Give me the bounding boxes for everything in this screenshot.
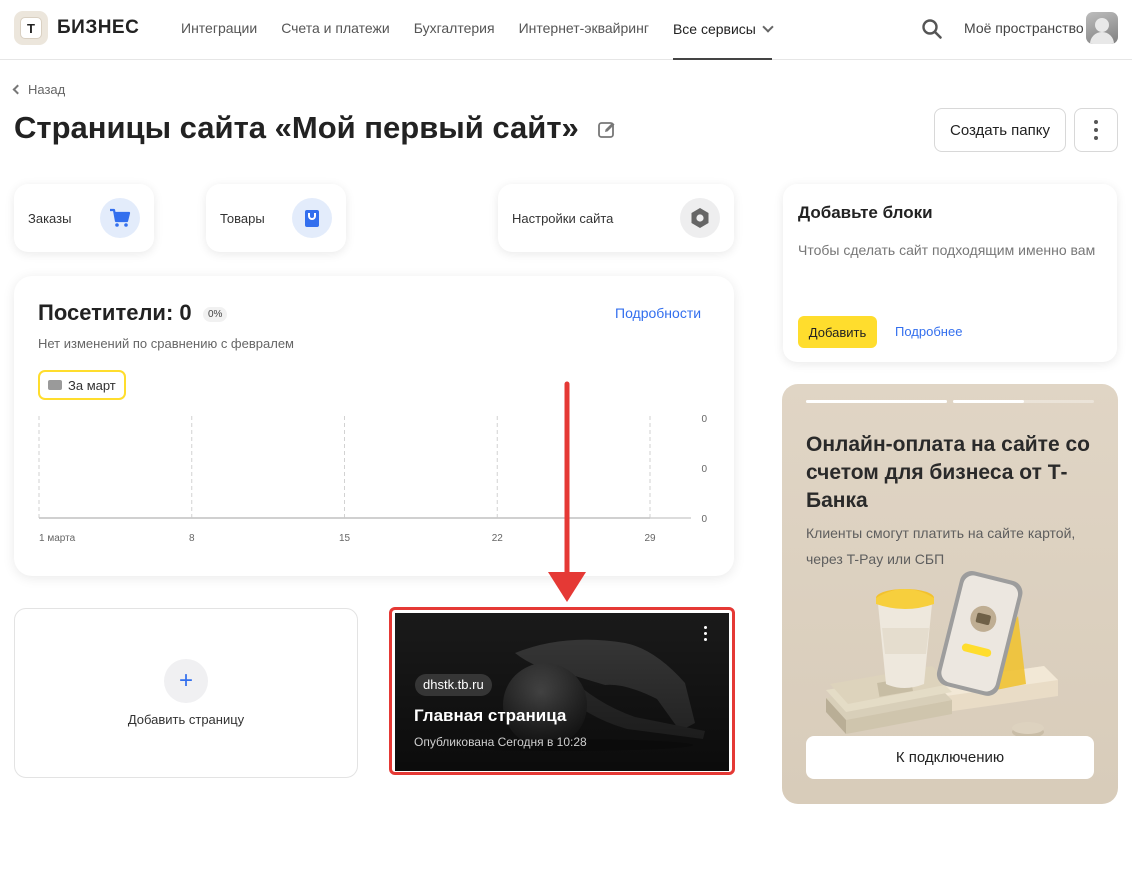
my-space-link[interactable]: Моё пространство xyxy=(964,20,1084,36)
chart-x-tick-label: 1 марта xyxy=(39,533,76,544)
chart-y-tick-label: 0 xyxy=(701,414,707,425)
add-blocks-title: Добавьте блоки xyxy=(798,203,933,222)
products-label: Товары xyxy=(220,210,265,226)
page-domain[interactable]: dhstk.tb.ru xyxy=(415,674,492,696)
site-settings-label: Настройки сайта xyxy=(512,210,614,226)
logo-badge-letter: T xyxy=(20,17,42,39)
chart-y-tick-label: 0 xyxy=(701,514,707,525)
promo-banner[interactable]: Онлайн-оплата на сайте со счетом для биз… xyxy=(782,384,1118,804)
chevron-left-icon xyxy=(12,84,23,95)
chart-x-tick-label: 8 xyxy=(189,533,195,544)
logo-badge: T xyxy=(14,11,48,45)
add-page-card[interactable]: + Добавить страницу xyxy=(14,608,358,778)
create-folder-button[interactable]: Создать папку xyxy=(934,108,1066,152)
add-page-label: Добавить страницу xyxy=(127,712,245,727)
chart-x-tick-label: 22 xyxy=(492,533,504,544)
annotation-arrow xyxy=(548,381,586,602)
nav-item-accounting[interactable]: Бухгалтерия xyxy=(414,0,495,60)
more-dot xyxy=(1094,120,1098,124)
menu-dot xyxy=(704,625,707,629)
orders-card[interactable]: Заказы xyxy=(14,184,154,252)
back-label: Назад xyxy=(28,82,66,97)
chart-y-tick-label: 0 xyxy=(701,464,707,475)
menu-dot xyxy=(704,637,707,641)
products-card[interactable]: Товары xyxy=(206,184,346,252)
nav-item-accounts-payments[interactable]: Счета и платежи xyxy=(281,0,390,60)
nav-item-all-services[interactable]: Все сервисы xyxy=(672,0,774,60)
logo-text: БИЗНЕС xyxy=(57,17,140,38)
site-settings-card[interactable]: Настройки сайта xyxy=(498,184,734,252)
settings-hex-icon xyxy=(680,198,720,238)
add-blocks-text: Чтобы сделать сайт подходящим именно вам xyxy=(798,242,1096,258)
add-blocks-card: Добавьте блоки Чтобы сделать сайт подход… xyxy=(783,184,1117,362)
chevron-down-icon xyxy=(762,20,774,33)
add-page-plus-button[interactable]: + xyxy=(164,659,208,703)
page-status: Опубликована Сегодня в 10:28 xyxy=(414,735,587,749)
chart-x-tick-label: 29 xyxy=(644,533,656,544)
visitors-chart: 1 марта 8 15 22 29 0 0 0 xyxy=(38,414,707,544)
main-nav: Интеграции Счета и платежи Бухгалтерия И… xyxy=(181,0,796,60)
main-page-card[interactable]: dhstk.tb.ru Главная страница Опубликован… xyxy=(395,613,729,771)
visitors-card: Посетители: 0 0% Подробности Нет изменен… xyxy=(14,276,734,576)
orders-label: Заказы xyxy=(28,210,72,226)
page-card-menu-button[interactable] xyxy=(704,624,707,642)
nav-item-all-services-label: Все сервисы xyxy=(672,20,756,37)
nav-item-acquiring[interactable]: Интернет-эквайринг xyxy=(519,0,649,60)
top-navigation-bar: T БИЗНЕС Интеграции Счета и платежи Бухг… xyxy=(0,0,1132,60)
shopping-bag-icon xyxy=(292,198,332,238)
more-dot xyxy=(1094,136,1098,140)
logo[interactable]: T БИЗНЕС xyxy=(14,11,139,45)
connect-button[interactable]: К подключению xyxy=(806,736,1094,779)
page-title-main: Главная страница xyxy=(414,706,567,725)
back-link[interactable]: Назад xyxy=(12,82,66,97)
more-options-button[interactable] xyxy=(1074,108,1118,152)
add-blocks-more-link[interactable]: Подробнее xyxy=(895,324,962,339)
more-dot xyxy=(1094,128,1098,132)
edit-icon[interactable] xyxy=(597,120,617,140)
page-title: Страницы сайта «Мой первый сайт» xyxy=(14,110,579,145)
nav-item-integrations[interactable]: Интеграции xyxy=(181,0,257,60)
chart-x-tick-label: 15 xyxy=(339,533,351,544)
search-icon[interactable] xyxy=(921,18,943,40)
avatar[interactable] xyxy=(1086,12,1118,44)
menu-dot xyxy=(704,631,707,635)
add-blocks-button[interactable]: Добавить xyxy=(798,316,877,348)
cart-icon xyxy=(100,198,140,238)
